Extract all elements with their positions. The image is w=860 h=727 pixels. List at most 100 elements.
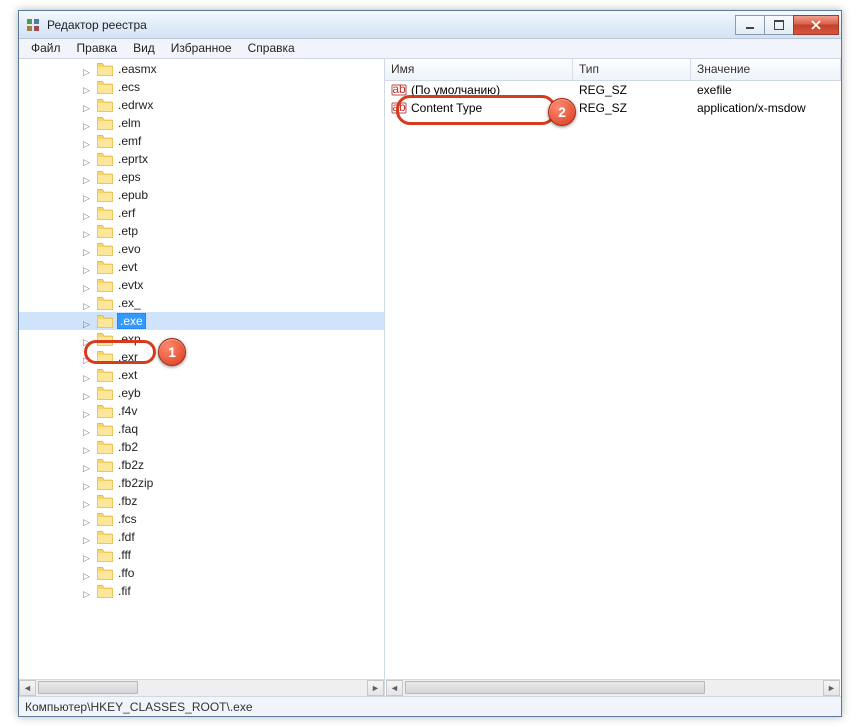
expand-icon[interactable]	[83, 190, 94, 201]
tree-item[interactable]: .exp	[19, 330, 384, 348]
expand-icon[interactable]	[83, 154, 94, 165]
expand-icon[interactable]	[83, 172, 94, 183]
expand-icon[interactable]	[83, 334, 94, 345]
expand-icon[interactable]	[83, 406, 94, 417]
folder-icon	[97, 567, 113, 580]
list-horizontal-scrollbar[interactable]: ◄ ►	[386, 679, 840, 696]
menu-edit[interactable]: Правка	[69, 39, 126, 58]
header-name[interactable]: Имя	[385, 59, 573, 80]
tree-item[interactable]: .ffo	[19, 564, 384, 582]
tree-item[interactable]: .fb2z	[19, 456, 384, 474]
maximize-button[interactable]	[764, 15, 794, 35]
expand-icon[interactable]	[83, 388, 94, 399]
tree-item[interactable]: .evo	[19, 240, 384, 258]
tree-item[interactable]: .evt	[19, 258, 384, 276]
tree-item[interactable]: .emf	[19, 132, 384, 150]
menu-view[interactable]: Вид	[125, 39, 163, 58]
expand-icon[interactable]	[83, 82, 94, 93]
expand-icon[interactable]	[83, 208, 94, 219]
scroll-thumb[interactable]	[405, 681, 705, 694]
tree-item[interactable]: .fcs	[19, 510, 384, 528]
expand-icon[interactable]	[83, 568, 94, 579]
expand-icon[interactable]	[83, 118, 94, 129]
tree-item[interactable]: .fdf	[19, 528, 384, 546]
tree-item[interactable]: .faq	[19, 420, 384, 438]
folder-icon	[97, 297, 113, 310]
tree-item[interactable]: .eps	[19, 168, 384, 186]
expand-icon[interactable]	[83, 496, 94, 507]
scroll-left-button[interactable]: ◄	[19, 680, 36, 696]
folder-icon	[97, 171, 113, 184]
expand-icon[interactable]	[83, 226, 94, 237]
expand-icon[interactable]	[83, 262, 94, 273]
tree-item[interactable]: .easmx	[19, 60, 384, 78]
tree-item-label: .ffo	[117, 566, 135, 580]
tree-horizontal-scrollbar[interactable]: ◄ ►	[19, 679, 384, 696]
tree-item[interactable]: .elm	[19, 114, 384, 132]
tree-item[interactable]: .exe	[19, 312, 384, 330]
expand-icon[interactable]	[83, 280, 94, 291]
expand-icon[interactable]	[83, 586, 94, 597]
menu-favorites[interactable]: Избранное	[163, 39, 240, 58]
tree-item[interactable]: .ecs	[19, 78, 384, 96]
titlebar[interactable]: Редактор реестра	[19, 11, 841, 39]
expand-icon[interactable]	[83, 514, 94, 525]
tree-item-label: .eprtx	[117, 152, 149, 166]
expand-icon[interactable]	[83, 370, 94, 381]
registry-tree[interactable]: .easmx .ecs .edrwx .elm .emf .eprtx .eps.epub.…	[19, 59, 384, 601]
close-button[interactable]	[793, 15, 839, 35]
tree-item[interactable]: .etp	[19, 222, 384, 240]
menu-file[interactable]: Файл	[23, 39, 69, 58]
expand-icon[interactable]	[83, 478, 94, 489]
expand-icon[interactable]	[83, 460, 94, 471]
tree-item[interactable]: .fb2zip	[19, 474, 384, 492]
scroll-track[interactable]	[403, 680, 823, 696]
list-row[interactable]: abContent TypeREG_SZapplication/x-msdow	[385, 99, 841, 117]
tree-item[interactable]: .ex_	[19, 294, 384, 312]
expand-icon[interactable]	[83, 136, 94, 147]
header-type[interactable]: Тип	[573, 59, 691, 80]
tree-item[interactable]: .f4v	[19, 402, 384, 420]
window-controls	[736, 15, 839, 35]
expand-icon[interactable]	[83, 298, 94, 309]
tree-item[interactable]: .exr	[19, 348, 384, 366]
header-value[interactable]: Значение	[691, 59, 841, 80]
scroll-right-button[interactable]: ►	[367, 680, 384, 696]
tree-item[interactable]: .fb2	[19, 438, 384, 456]
tree-item[interactable]: .erf	[19, 204, 384, 222]
expand-icon[interactable]	[83, 244, 94, 255]
tree-item[interactable]: .ext	[19, 366, 384, 384]
scroll-thumb[interactable]	[38, 681, 138, 694]
tree-item-label: .ecs	[117, 80, 141, 94]
expand-icon[interactable]	[83, 64, 94, 75]
expand-icon[interactable]	[83, 100, 94, 111]
tree-item[interactable]: .fif	[19, 582, 384, 600]
status-path: Компьютер\HKEY_CLASSES_ROOT\.exe	[25, 700, 253, 714]
expand-icon[interactable]	[83, 550, 94, 561]
menu-help[interactable]: Справка	[240, 39, 303, 58]
tree-item[interactable]: .fbz	[19, 492, 384, 510]
tree-item[interactable]: .eprtx	[19, 150, 384, 168]
list-row[interactable]: ab(По умолчанию)REG_SZexefile	[385, 81, 841, 99]
tree-item[interactable]: .edrwx	[19, 96, 384, 114]
tree-item-label: .evo	[117, 242, 142, 256]
tree-item[interactable]: .evtx	[19, 276, 384, 294]
tree-item-label: .fdf	[117, 530, 136, 544]
tree-item-label: .fif	[117, 584, 132, 598]
menubar: Файл Правка Вид Избранное Справка	[19, 39, 841, 59]
tree-item[interactable]: .epub	[19, 186, 384, 204]
expand-icon[interactable]	[83, 424, 94, 435]
scroll-left-button[interactable]: ◄	[386, 680, 403, 696]
tree-item[interactable]: .eyb	[19, 384, 384, 402]
scroll-track[interactable]	[36, 680, 367, 696]
expand-icon[interactable]	[83, 532, 94, 543]
tree-item-label: .fb2z	[117, 458, 145, 472]
expand-icon[interactable]	[83, 316, 94, 327]
tree-item-label: .elm	[117, 116, 142, 130]
minimize-button[interactable]	[735, 15, 765, 35]
tree-item[interactable]: .fff	[19, 546, 384, 564]
expand-icon[interactable]	[83, 352, 94, 363]
expand-icon[interactable]	[83, 442, 94, 453]
scroll-right-button[interactable]: ►	[823, 680, 840, 696]
folder-icon	[97, 225, 113, 238]
